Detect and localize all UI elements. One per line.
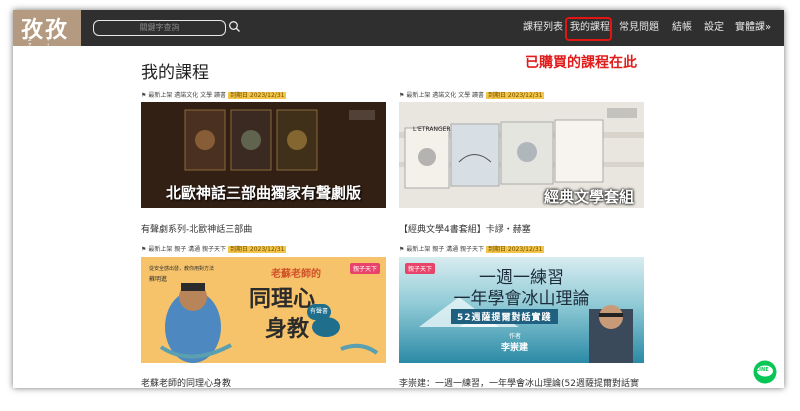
course-thumbnail[interactable]: 北歐神話三部曲獨家有聲劇版 (141, 102, 386, 208)
course-title[interactable]: 老蘇老師的同理心身教 (141, 376, 231, 388)
course-tags: 最新上架 邁諾文化 文學 讀書 (406, 92, 485, 99)
expiry-badge: 到期日 2023/12/31 (227, 92, 287, 99)
course-title[interactable]: 李崇建：一週一練習，一年學會冰山理論(52週薩提爾對話實 (399, 376, 639, 388)
banner-badge: 有聲書 (307, 304, 331, 320)
banner-title: 經典文學套組 (543, 188, 634, 206)
annotation-text: 已購買的課程在此 (525, 55, 637, 71)
nav-physical-courses[interactable]: 實體課» (735, 10, 771, 46)
course-thumbnail[interactable]: L'ETRANGER 經典文學套組 (399, 102, 644, 208)
banner-name: 蘇明進 (149, 276, 168, 283)
banner-author: 李崇建 (501, 343, 529, 353)
banner-author-label: 作者 (509, 333, 522, 340)
banner-title-line3: 身教 (265, 317, 310, 342)
expiry-badge: 到期日 2023/12/31 (227, 246, 287, 253)
nav-course-list[interactable]: 課程列表 (523, 10, 563, 46)
banner-title-line2: 同理心 (249, 287, 316, 312)
tag-icon: ⚑ (141, 246, 147, 253)
banner-title: 北歐神話三部曲獨家有聲劇版 (165, 184, 361, 202)
banner-subtitle: 52週薩提爾對話實踐 (451, 309, 558, 324)
banner-book-title: L'ETRANGER (413, 126, 451, 133)
course-tags: 最新上架 邁諾文化 文學 讀書 (148, 92, 227, 99)
banner-intro: 從安全感出發，教你用對方法 (149, 266, 215, 272)
banner-title-line2: 一年學會冰山理論 (453, 289, 590, 309)
expiry-badge: 到期日 2023/12/31 (485, 92, 545, 99)
banner-title-line1: 老蘇老師的 (271, 269, 321, 280)
tag-icon: ⚑ (399, 246, 405, 253)
banner-brand: 親子天下 (349, 263, 380, 274)
page-title: 我的課程 (141, 63, 209, 83)
nav-faq[interactable]: 常見問題 (619, 10, 659, 46)
nav-settings[interactable]: 設定 (704, 10, 724, 46)
nav-checkout[interactable]: 結帳 (672, 10, 692, 46)
logo-subtext: ZI ZI (28, 37, 65, 49)
expiry-badge: 到期日 2023/12/31 (485, 246, 545, 253)
course-meta: ⚑ 最新上架 親子 溝通 親子天下 到期日 2023/12/31 (399, 245, 545, 254)
line-label: LINE (756, 367, 769, 373)
site-logo[interactable]: 孜孜 ZI ZI (13, 10, 81, 49)
tag-icon: ⚑ (399, 92, 405, 99)
search-input[interactable]: 關鍵字查詢 (93, 20, 226, 36)
course-thumbnail[interactable]: 從安全感出發，教你用對方法 蘇明進 親子天下 老蘇老師的 同理心 身教 有聲書 (141, 257, 386, 363)
course-thumbnail[interactable]: 親子天下 一週一練習 一年學會冰山理論 52週薩提爾對話實踐 作者 李崇建 (399, 257, 644, 363)
course-tags: 最新上架 親子 溝通 親子天下 (148, 246, 227, 253)
tag-icon: ⚑ (141, 92, 147, 99)
course-meta: ⚑ 最新上架 邁諾文化 文學 讀書 到期日 2023/12/31 (399, 91, 545, 100)
course-title[interactable]: 有聲劇系列-北歐神話三部曲 (141, 222, 252, 235)
course-tags: 最新上架 親子 溝通 親子天下 (406, 246, 485, 253)
course-meta: ⚑ 最新上架 親子 溝通 親子天下 到期日 2023/12/31 (141, 245, 287, 254)
search-icon[interactable] (228, 20, 242, 34)
top-navbar: 孜孜 ZI ZI 關鍵字查詢 課程列表 我的課程 常見問題 結帳 設定 實體課» (13, 10, 784, 49)
browser-window: 孜孜 ZI ZI 關鍵字查詢 課程列表 我的課程 常見問題 結帳 設定 實體課»… (13, 10, 784, 388)
course-title[interactable]: 【經典文學4書套組】卡謬・赫塞 (399, 222, 531, 235)
my-courses-highlight-box (565, 17, 612, 41)
course-meta: ⚑ 最新上架 邁諾文化 文學 讀書 到期日 2023/12/31 (141, 91, 287, 100)
